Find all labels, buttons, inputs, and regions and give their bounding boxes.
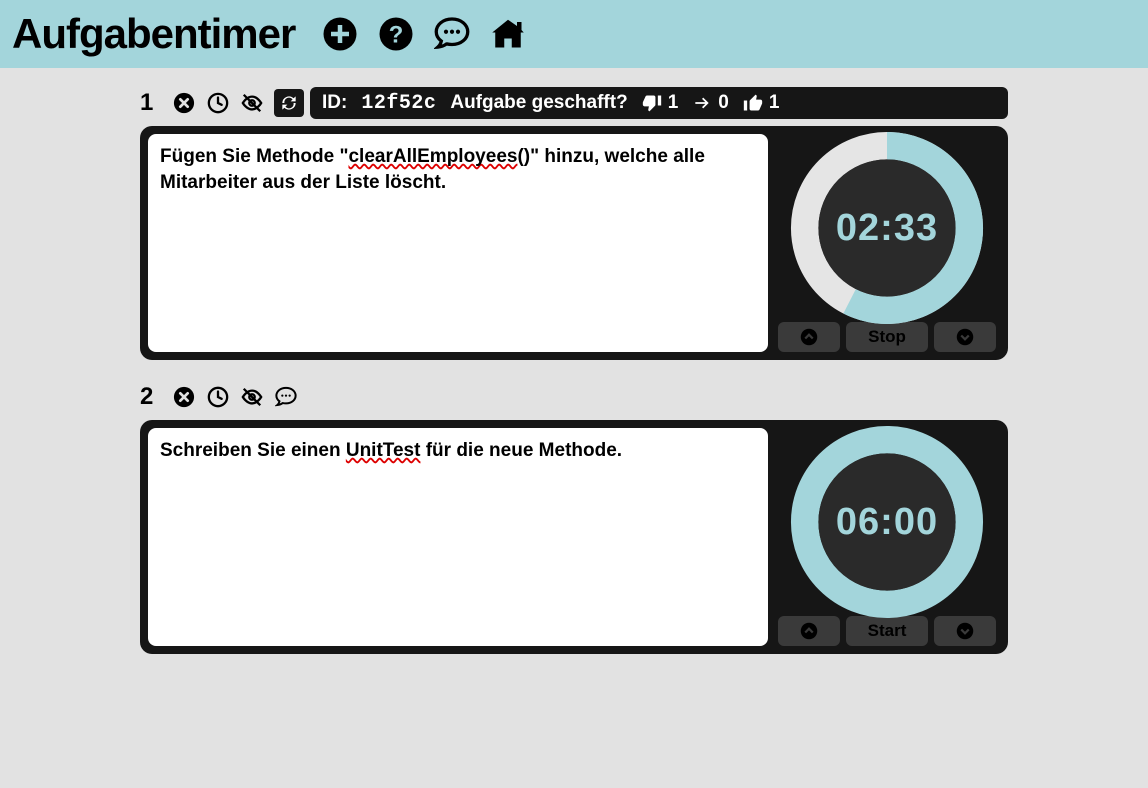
skip-count: 0 [718,92,729,114]
timer-ring: 02:33 [782,134,992,322]
app-header: Aufgabentimer ? [0,0,1148,68]
add-icon[interactable] [321,15,359,53]
timer-ring: 06:00 [782,428,992,616]
task-toolbar: 1 ID: 12f52c Aufgabe geschafft? [140,86,1008,120]
timer-down-button[interactable] [934,322,996,352]
timer-panel: 06:00 Start [774,428,1000,646]
delete-icon[interactable] [172,385,196,409]
timer-up-button[interactable] [778,616,840,646]
question-label: Aufgabe geschafft? [450,92,627,114]
task-toolbar: 2 [140,380,1008,414]
svg-text:?: ? [389,21,404,48]
task-status-pill: ID: 12f52c Aufgabe geschafft? 1 0 1 [310,87,1008,119]
timer-down-button[interactable] [934,616,996,646]
timer-time: 06:00 [836,501,938,544]
timer-panel: 02:33 Stop [774,134,1000,352]
home-icon[interactable] [489,15,527,53]
timer-up-button[interactable] [778,322,840,352]
task-body: Fügen Sie Methode "clearAllEmployees()" … [140,126,1008,360]
thumbs-down-vote[interactable]: 1 [642,92,679,114]
delete-icon[interactable] [172,91,196,115]
task-body: Schreiben Sie einen UnitTest für die neu… [140,420,1008,654]
id-value: 12f52c [361,92,436,115]
content-area: 1 ID: 12f52c Aufgabe geschafft? [0,68,1148,672]
help-icon[interactable]: ? [377,15,415,53]
timer-controls: Start [774,616,1000,646]
chat-icon[interactable] [274,385,298,409]
thumbs-up-vote[interactable]: 1 [743,92,780,114]
thumbs-down-count: 1 [668,92,679,114]
timer-stop-button[interactable]: Stop [846,322,928,352]
clock-icon[interactable] [206,385,230,409]
app-title: Aufgabentimer [12,10,295,58]
task-number: 2 [140,383,162,411]
eye-off-icon[interactable] [240,385,264,409]
task-icon-group [172,385,298,409]
timer-time: 02:33 [836,207,938,250]
timer-start-button[interactable]: Start [846,616,928,646]
task-card: 2 Schreiben Sie einen UnitTest für die n… [140,380,1008,654]
task-icon-group [172,89,304,117]
timer-controls: Stop [774,322,1000,352]
skip-vote[interactable]: 0 [692,92,729,114]
task-number: 1 [140,89,162,117]
chat-icon[interactable] [433,15,471,53]
task-text-input[interactable]: Schreiben Sie einen UnitTest für die neu… [148,428,768,646]
eye-off-icon[interactable] [240,91,264,115]
task-text-input[interactable]: Fügen Sie Methode "clearAllEmployees()" … [148,134,768,352]
task-card: 1 ID: 12f52c Aufgabe geschafft? [140,86,1008,360]
header-icon-group: ? [321,15,527,53]
thumbs-up-count: 1 [769,92,780,114]
id-label: ID: [322,92,347,114]
sync-icon[interactable] [274,89,304,117]
clock-icon[interactable] [206,91,230,115]
